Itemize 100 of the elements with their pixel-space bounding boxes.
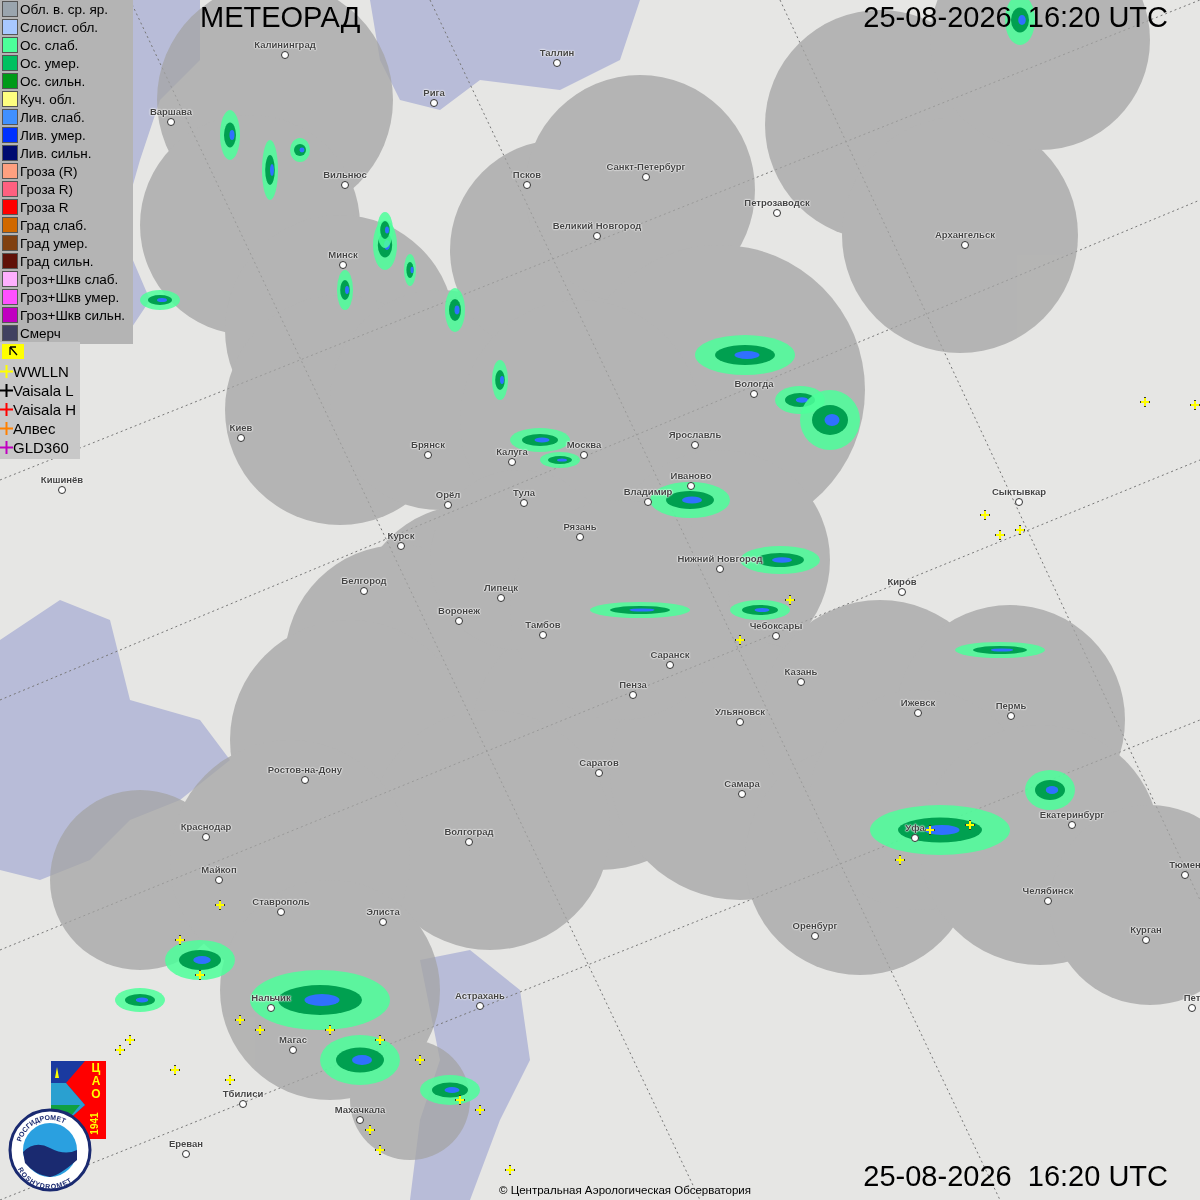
city-label: Астрахань	[455, 990, 505, 1001]
city-dot-icon	[595, 769, 603, 777]
city-label: Вильнюс	[323, 169, 367, 180]
city-label: Оренбург	[792, 920, 838, 931]
city-dot-icon	[642, 173, 650, 181]
city-label: Киев	[229, 422, 253, 433]
city-dot-icon	[58, 486, 66, 494]
city-dot-icon	[576, 533, 584, 541]
city-label: Калуга	[496, 446, 528, 457]
city-dot-icon	[301, 776, 309, 784]
city-dot-icon	[797, 678, 805, 686]
legend-label: Обл. в. ср. яр.	[20, 1, 108, 17]
city-label: Рига	[423, 87, 445, 98]
city-label: Санкт-Петербург	[606, 161, 686, 172]
city-label: Ижевск	[900, 697, 936, 708]
city-label: Минск	[328, 249, 358, 260]
lightning-legend-label: Алвес	[13, 420, 56, 437]
copyright-text: © Центральная Аэрологическая Обсерватория	[499, 1184, 751, 1196]
city-label: Майкоп	[201, 864, 237, 875]
city-label: Пет	[1183, 992, 1200, 1003]
city-dot-icon	[520, 499, 528, 507]
city-label: Архангельск	[935, 229, 995, 240]
city-label: Варшава	[149, 106, 193, 117]
city-dot-icon	[1007, 712, 1015, 720]
city-label: Таллин	[539, 47, 575, 58]
city-dot-icon	[430, 99, 438, 107]
legend-label: Лив. сильн.	[20, 145, 92, 161]
legend-label: Куч. обл.	[20, 91, 76, 107]
city-label: Тамбов	[525, 619, 561, 630]
city-dot-icon	[215, 876, 223, 884]
city-label: Брянск	[411, 439, 445, 450]
city-label: Самара	[724, 778, 760, 789]
legend-label: Гроз+Шкв слаб.	[20, 271, 119, 287]
city-label: Курск	[387, 530, 415, 541]
city-dot-icon	[750, 390, 758, 398]
city-label: Саратов	[579, 757, 619, 768]
city-dot-icon	[508, 458, 516, 466]
city-label: Сыктывкар	[991, 486, 1047, 497]
city-label: Белгород	[341, 575, 387, 586]
legend-label: Гроза R	[20, 199, 69, 215]
city-dot-icon	[476, 1002, 484, 1010]
city-dot-icon	[738, 790, 746, 798]
city-dot-icon	[773, 209, 781, 217]
legend-label: Ос. умер.	[20, 55, 80, 71]
city-label: Липецк	[483, 582, 519, 593]
city-label: Иваново	[670, 470, 712, 481]
lightning-legend-label: WWLLN	[13, 363, 69, 380]
city-dot-icon	[379, 918, 387, 926]
city-label: Псков	[512, 169, 542, 180]
city-label: Ставрополь	[252, 896, 310, 907]
city-label: Воронеж	[438, 605, 480, 616]
city-dot-icon	[182, 1150, 190, 1158]
city-label: Саранск	[650, 649, 690, 660]
city-dot-icon	[961, 241, 969, 249]
legend-label: Слоист. обл.	[20, 19, 99, 35]
city-dot-icon	[424, 451, 432, 459]
city-label: Ростов-на-Дону	[267, 764, 343, 775]
city-dot-icon	[553, 59, 561, 67]
city-label: Магас	[279, 1034, 307, 1045]
city-label: Ереван	[168, 1138, 204, 1149]
city-dot-icon	[716, 565, 724, 573]
city-dot-icon	[644, 498, 652, 506]
city-label: Махачкала	[334, 1104, 386, 1115]
legend-label: Ос. слаб.	[20, 37, 79, 53]
city-label: Тбилиси	[222, 1088, 264, 1099]
city-label: Казань	[784, 666, 818, 677]
city-dot-icon	[237, 434, 245, 442]
city-label: Пермь	[995, 700, 1027, 711]
city-dot-icon	[341, 181, 349, 189]
emblem-letters: ЦАО	[90, 1062, 102, 1102]
city-dot-icon	[356, 1116, 364, 1124]
timestamp: 25-08-2026 16:20 UTC	[863, 0, 1168, 34]
city-dot-icon	[1142, 936, 1150, 944]
city-dot-icon	[167, 118, 175, 126]
city-dot-icon	[687, 482, 695, 490]
city-label: Чебоксары	[749, 620, 803, 631]
city-label: Элиста	[366, 906, 400, 917]
city-dot-icon	[539, 631, 547, 639]
city-label: Волгоград	[444, 826, 494, 837]
city-dot-icon	[239, 1100, 247, 1108]
city-dot-icon	[339, 261, 347, 269]
city-label: Калининград	[254, 39, 316, 50]
city-dot-icon	[898, 588, 906, 596]
city-label: Рязань	[563, 521, 597, 532]
city-dot-icon	[267, 1004, 275, 1012]
city-dot-icon	[523, 181, 531, 189]
city-dot-icon	[811, 932, 819, 940]
legend-label: Лив. умер.	[20, 127, 86, 143]
city-label: Екатеринбург	[1039, 809, 1105, 820]
timestamp: 25-08-2026 16:20 UTC	[863, 1159, 1168, 1193]
city-label: Пенза	[619, 679, 647, 690]
city-dot-icon	[911, 834, 919, 842]
city-label: Орёл	[435, 489, 461, 500]
city-label: Киров	[887, 576, 917, 587]
city-dot-icon	[580, 451, 588, 459]
city-label: Ульяновск	[715, 706, 765, 717]
city-dot-icon	[289, 1046, 297, 1054]
city-label: Краснодар	[180, 821, 232, 832]
city-label: Вологда	[734, 378, 774, 389]
map-title: МЕТЕОРАД	[200, 0, 361, 34]
